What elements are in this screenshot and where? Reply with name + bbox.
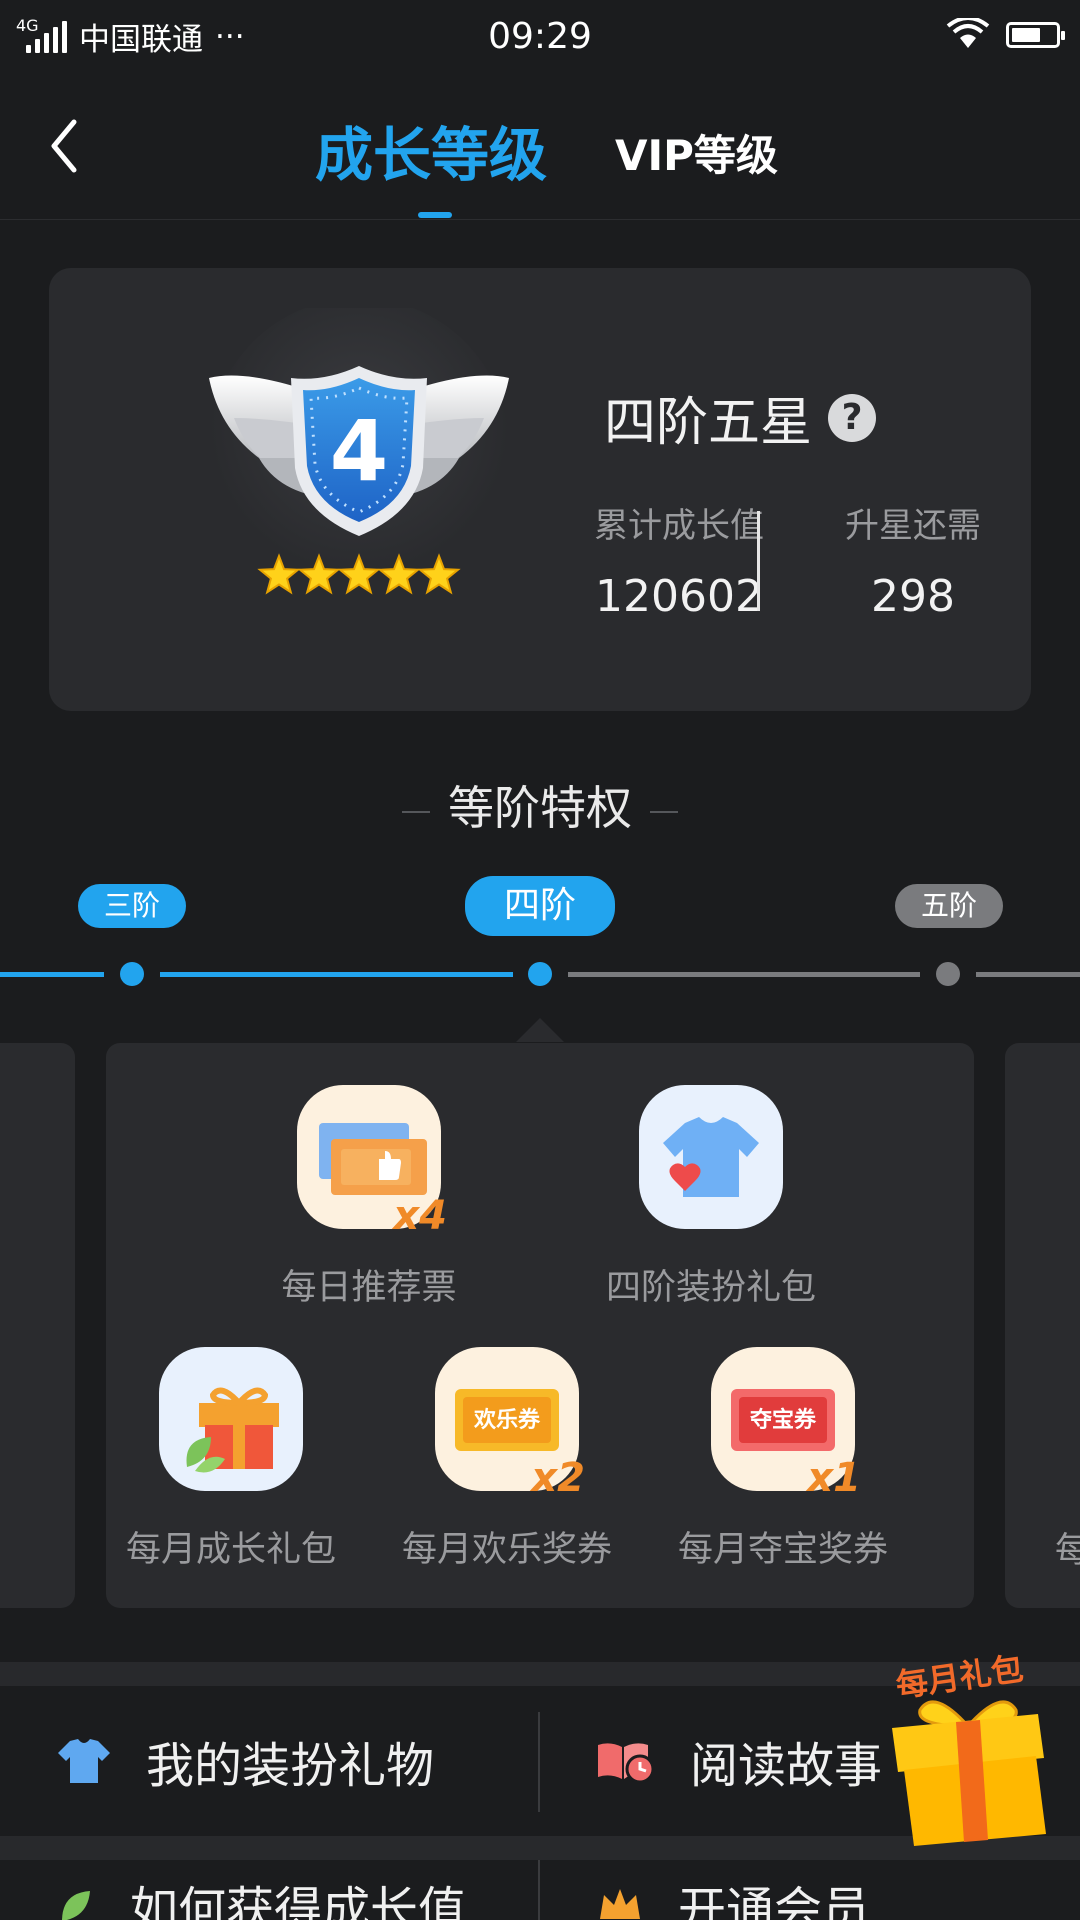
stat-needed-value: 298 — [871, 571, 955, 622]
timeline-segment — [568, 972, 920, 977]
benefit-panel-current: x4 每日推荐票 四阶装扮礼包 每月成长礼包 欢乐券 x2 每月欢乐奖券 夺宝券… — [106, 1043, 974, 1608]
battery-icon — [1006, 22, 1065, 48]
stage-prev[interactable]: 三阶 — [78, 884, 186, 928]
timeline-segment — [976, 972, 1080, 977]
timeline-segment — [160, 972, 513, 977]
title-dash-right — [650, 810, 678, 813]
link-label: 我的装扮礼物 — [146, 1738, 435, 1794]
link-divider — [538, 1860, 540, 1920]
stage-next[interactable]: 五阶 — [895, 884, 1003, 928]
benefit-label: 四阶装扮礼包 — [605, 1268, 816, 1308]
stat-accumulated-label: 累计成长值 — [594, 506, 764, 546]
timeline-segment — [0, 972, 104, 977]
timeline-dot-next — [936, 962, 960, 986]
benefit-item[interactable]: x4 每日推荐票 — [254, 1085, 484, 1310]
tab-active-indicator — [418, 212, 452, 218]
timeline-dot-prev — [120, 962, 144, 986]
stat-accumulated-value: 120602 — [595, 571, 763, 622]
my-costume-gifts-link[interactable]: 我的装扮礼物 — [56, 1686, 434, 1836]
level-name: 四阶五星 — [604, 393, 813, 453]
stat-accumulated: 累计成长值 120602 — [529, 498, 829, 622]
monthly-gift-label: 每月礼包 — [894, 1649, 1026, 1704]
how-to-earn-link[interactable]: 如何获得成长值 — [56, 1870, 466, 1920]
wifi-icon — [946, 18, 990, 48]
chevron-left-icon[interactable] — [44, 116, 84, 176]
multiplier: x2 — [531, 1455, 585, 1501]
stage-current[interactable]: 四阶 — [465, 876, 615, 936]
level-title: 四阶五星 ? — [604, 380, 877, 455]
nav-bar: 成长等级 VIP等级 — [0, 74, 1080, 220]
tshirt-heart-icon — [639, 1085, 783, 1229]
crown-icon — [600, 1889, 640, 1919]
multiplier: x1 — [807, 1455, 861, 1501]
link-divider — [538, 1712, 540, 1812]
read-stories-link[interactable]: 阅读故事 — [596, 1686, 882, 1836]
ticket-thumb-icon: x4 — [297, 1085, 447, 1239]
section-title: 等阶特权 — [0, 772, 1080, 838]
stat-divider — [757, 511, 760, 611]
ticket-icon: 夺宝券 x1 — [711, 1347, 861, 1501]
ticket-text: 夺宝券 — [749, 1407, 817, 1433]
link-label: 开通会员 — [678, 1882, 871, 1920]
ticket-text: 欢乐券 — [473, 1407, 541, 1433]
benefit-label: 每月欢乐奖券 — [401, 1530, 612, 1570]
book-clock-icon — [598, 1743, 655, 1784]
next-panel-peek-label: 每 — [1055, 1531, 1080, 1571]
benefit-label: 每月成长礼包 — [125, 1530, 336, 1570]
ticket-icon: 欢乐券 x2 — [435, 1347, 585, 1501]
level-badge-icon: 4 — [209, 308, 509, 598]
open-membership-link[interactable]: 开通会员 — [596, 1870, 870, 1920]
stat-needed-label: 升星还需 — [845, 506, 981, 546]
gift-leaf-icon — [159, 1347, 303, 1491]
links-row-2: 如何获得成长值 开通会员 — [0, 1860, 1080, 1920]
benefit-item[interactable]: 四阶装扮礼包 — [596, 1085, 826, 1310]
link-label: 如何获得成长值 — [130, 1882, 467, 1920]
benefit-panel-prev[interactable] — [0, 1043, 75, 1608]
panel-pointer — [516, 1018, 564, 1042]
multiplier: x4 — [393, 1193, 447, 1239]
level-card: 4 四阶五星 ? 累计成长值 120602 升星还需 298 — [49, 268, 1031, 711]
timeline-dot-current — [528, 962, 552, 986]
section-title-text: 等阶特权 — [448, 781, 632, 835]
tab-vip-level[interactable]: VIP等级 — [615, 122, 778, 183]
benefit-item[interactable]: 欢乐券 x2 每月欢乐奖券 — [392, 1347, 622, 1572]
link-label: 阅读故事 — [690, 1738, 883, 1794]
benefit-item[interactable]: 夺宝券 x1 每月夺宝奖券 — [668, 1347, 898, 1572]
stat-needed: 升星还需 298 — [794, 498, 1032, 622]
benefit-label: 每月夺宝奖券 — [677, 1530, 888, 1570]
clock: 09:29 — [488, 16, 592, 57]
title-dash-left — [402, 810, 430, 813]
badge-number: 4 — [330, 402, 388, 500]
monthly-gift-icon[interactable]: 每月礼包 — [870, 1630, 1070, 1850]
benefit-item[interactable]: 每月成长礼包 — [116, 1347, 346, 1572]
help-icon[interactable]: ? — [828, 393, 877, 442]
leaf-icon — [62, 1891, 90, 1920]
tshirt-icon — [58, 1739, 110, 1783]
tab-growth-level[interactable]: 成长等级 — [315, 108, 547, 192]
benefit-label: 每日推荐票 — [281, 1268, 457, 1308]
status-bar: 4G 中国联通 ··· 09:29 — [0, 0, 1080, 74]
